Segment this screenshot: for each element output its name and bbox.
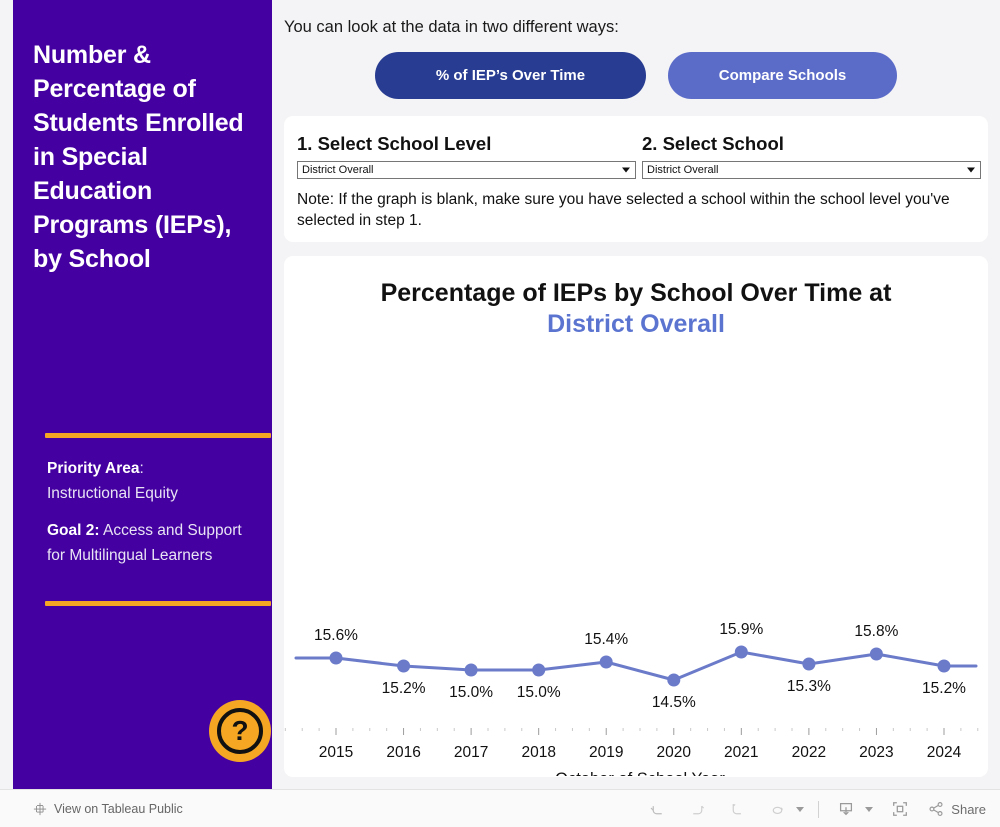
data-point[interactable] (734, 645, 748, 659)
bottom-toolbar: View on Tableau Public Share (0, 789, 1000, 827)
axis-tick-label: 2018 (521, 744, 555, 761)
fullscreen-button[interactable] (887, 796, 913, 822)
school-filter: 2. Select School District Overall (642, 133, 982, 179)
axis-tick-label: 2017 (454, 744, 488, 761)
data-point[interactable] (599, 655, 613, 669)
school-level-value: District Overall (302, 164, 374, 176)
download-button[interactable] (833, 796, 859, 822)
refresh-icon (772, 806, 783, 814)
divider-bottom (45, 601, 271, 606)
priority-area-value: Instructional Equity (47, 485, 178, 502)
undo-button[interactable] (644, 796, 670, 822)
data-point-label: 14.5% (652, 694, 696, 711)
data-point-label: 15.6% (314, 627, 358, 644)
refresh-dropdown-caret-icon[interactable] (796, 806, 805, 812)
download-dropdown-caret-icon[interactable] (865, 806, 874, 812)
data-point-label: 15.9% (719, 621, 763, 638)
axis-tick-label: 2016 (386, 744, 420, 761)
data-point-label: 15.3% (787, 678, 831, 695)
refresh-button[interactable] (764, 796, 790, 822)
data-point[interactable] (869, 647, 883, 661)
question-mark-icon: ? (217, 708, 263, 754)
page-title: Number & Percentage of Students Enrolled… (33, 41, 244, 273)
undo-icon (650, 805, 662, 814)
data-point[interactable] (464, 663, 478, 677)
chart-title-accent: District Overall (547, 310, 725, 338)
x-axis-title: October of School Year (555, 770, 725, 776)
revert-button[interactable] (724, 796, 750, 822)
axis-tick-label: 2021 (724, 744, 758, 761)
data-point-label: 15.2% (922, 680, 966, 697)
data-point[interactable] (802, 657, 816, 671)
intro-text: You can look at the data in two differen… (284, 18, 619, 36)
chevron-down-icon (622, 167, 630, 173)
goal-row: Goal 2: Access and Support for Multiling… (47, 518, 262, 568)
view-toggle-group: % of IEP’s Over Time Compare Schools (272, 52, 1000, 99)
data-point[interactable] (329, 651, 343, 665)
filter-panel: 1. Select School Level District Overall … (284, 116, 988, 242)
line-chart[interactable]: 15.6% 15.2% 15.0% 15.0% 15.4% 14.5% 15.9% 15.3%… (284, 376, 988, 776)
revert-icon (732, 803, 741, 814)
chart-title: Percentage of IEPs by School Over Time a… (284, 278, 988, 340)
share-icon (929, 802, 943, 816)
share-label: Share (951, 801, 986, 817)
priority-area-label: Priority Area (47, 460, 140, 477)
school-value: District Overall (647, 164, 719, 176)
axis-tick-label: 2024 (927, 744, 962, 761)
axis-tick-label: 2023 (859, 744, 893, 761)
axis-tick-label: 2022 (792, 744, 826, 761)
data-point[interactable] (937, 659, 951, 673)
data-point-label: 15.4% (584, 631, 628, 648)
tableau-link-label: View on Tableau Public (54, 801, 183, 816)
school-level-label: 1. Select School Level (297, 133, 492, 154)
data-point-label: 15.0% (449, 684, 493, 701)
viz-toolbar: Share (644, 790, 986, 827)
divider-top (45, 433, 271, 438)
school-label: 2. Select School (642, 133, 784, 154)
help-button[interactable]: ? (209, 700, 271, 762)
school-select[interactable]: District Overall (642, 161, 981, 179)
view-on-tableau-public-link[interactable]: View on Tableau Public (33, 802, 183, 816)
redo-button[interactable] (684, 796, 710, 822)
tab-iep-over-time[interactable]: % of IEP’s Over Time (375, 52, 646, 99)
priority-area-row: Priority Area: Instructional Equity (47, 456, 262, 506)
fullscreen-icon (893, 802, 908, 816)
axis-tick-label: 2019 (589, 744, 623, 761)
goal-label: Goal 2: (47, 522, 100, 539)
data-point[interactable] (667, 673, 681, 687)
chevron-down-icon (967, 167, 975, 173)
dashboard-root: Number & Percentage of Students Enrolled… (0, 0, 1000, 827)
filter-note: Note: If the graph is blank, make sure y… (297, 191, 950, 229)
download-icon (840, 802, 853, 816)
data-point-label: 15.0% (517, 684, 561, 701)
main-content: You can look at the data in two differen… (272, 0, 1000, 789)
school-level-select[interactable]: District Overall (297, 161, 636, 179)
toolbar-separator (818, 800, 820, 818)
redo-icon (693, 805, 704, 814)
axis-tick-label: 2015 (319, 744, 353, 761)
data-point-label: 15.2% (382, 680, 426, 697)
share-button[interactable]: Share (927, 800, 986, 818)
tableau-icon (33, 802, 47, 815)
data-point[interactable] (532, 663, 546, 677)
chart-title-main: Percentage of IEPs by School Over Time a… (380, 279, 892, 307)
chart-svg: 15.6% 15.2% 15.0% 15.0% 15.4% 14.5% 15.9% 15.3%… (284, 621, 979, 776)
data-point[interactable] (397, 659, 411, 673)
tab-compare-schools[interactable]: Compare Schools (668, 52, 897, 99)
school-level-filter: 1. Select School Level District Overall (297, 133, 637, 179)
priority-area-sep: : (139, 460, 144, 477)
data-point-label: 15.8% (854, 623, 898, 640)
metadata-block: Priority Area: Instructional Equity Goal… (47, 456, 262, 580)
sidebar: Number & Percentage of Students Enrolled… (13, 0, 272, 789)
axis-tick-label: 2020 (657, 744, 692, 761)
chart-panel: Percentage of IEPs by School Over Time a… (284, 256, 988, 777)
